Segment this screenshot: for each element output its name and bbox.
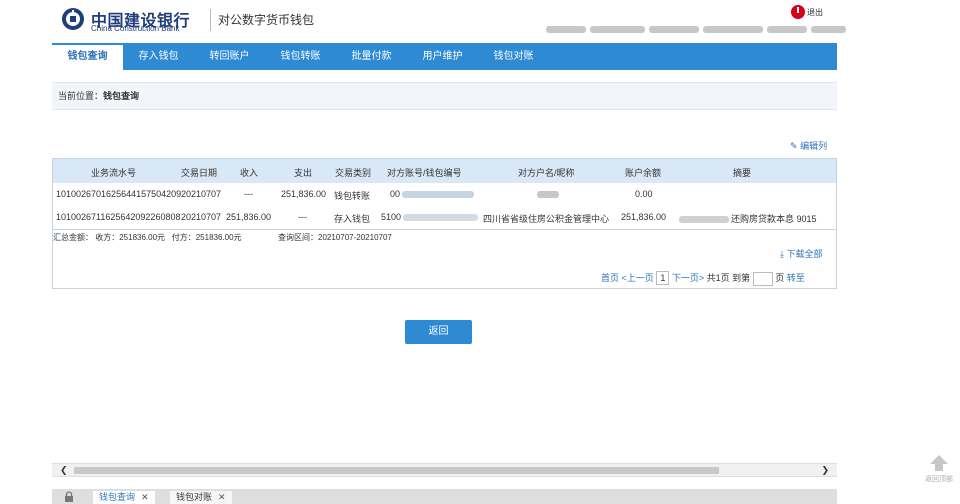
- cell-serial: 1010026701625644157504209: [56, 189, 182, 199]
- cell-memo-text: 还购房贷款本息 9015: [731, 214, 817, 224]
- scroll-right-icon[interactable]: ❯: [821, 465, 829, 476]
- summary-income: 收方：251836.00元: [95, 233, 166, 242]
- download-all-link[interactable]: ⤓ 下载全部: [780, 247, 823, 260]
- edit-icon: ✎: [790, 141, 798, 151]
- back-button[interactable]: 返回: [405, 320, 472, 344]
- page-prev-link[interactable]: <上一页: [622, 273, 654, 283]
- cell-income: ---: [244, 189, 253, 199]
- cell-account: 5100: [381, 212, 480, 222]
- page-first-link[interactable]: 首页: [601, 273, 619, 283]
- horizontal-scrollbar[interactable]: ❮ ❯: [52, 463, 837, 477]
- tab-label: 钱包对账: [176, 492, 213, 502]
- col-header-type: 交易类别: [335, 168, 372, 178]
- page-goto-prefix: 到第: [732, 273, 751, 283]
- page-goto-input[interactable]: [752, 271, 773, 286]
- scroll-left-icon[interactable]: ❮: [60, 465, 68, 476]
- cell-income: 251,836.00: [226, 212, 272, 222]
- nav-user-maintenance[interactable]: 用户维护: [407, 43, 478, 70]
- nav-transfer-back[interactable]: 转回账户: [194, 43, 265, 70]
- tab-wallet-reconcile[interactable]: 钱包对账 ✕: [170, 491, 232, 504]
- transactions-table: 业务流水号 交易日期 收入 支出 交易类别 对方账号/钱包编号 对方户名/昵称 …: [52, 158, 837, 289]
- nav-batch-payment[interactable]: 批量付款: [336, 43, 407, 70]
- close-icon[interactable]: ✕: [141, 492, 149, 502]
- cell-memo: 还购房贷款本息 9015: [677, 212, 817, 225]
- main-nav: 钱包查询 存入钱包 转回账户 钱包转账 批量付款 用户维护 钱包对账: [52, 43, 837, 70]
- cell-name: 四川省省级住房公积金管理中心: [483, 214, 610, 224]
- bank-name-en: China Construction Bank: [91, 24, 180, 33]
- summary-expense: 付方：251836.00元: [171, 233, 242, 242]
- tab-wallet-query[interactable]: 钱包查询 ✕: [93, 491, 155, 504]
- summary-label: 汇总金额：: [53, 233, 93, 242]
- cell-type: 存入钱包: [334, 214, 371, 224]
- redacted-block: [537, 191, 559, 199]
- cell-expense: ---: [298, 212, 307, 222]
- breadcrumb-current: 钱包查询: [103, 91, 140, 101]
- back-to-top-label: 返回顶部: [925, 476, 953, 483]
- nav-wallet-transfer[interactable]: 钱包转账: [265, 43, 336, 70]
- table-row[interactable]: 1010026711625642092260808 20210707 251,8…: [53, 206, 836, 230]
- page-next-link[interactable]: 下一页>: [672, 273, 704, 283]
- user-info-redacted: [544, 26, 848, 33]
- download-all-label: 下载全部: [786, 249, 823, 259]
- col-header-memo: 摘要: [733, 168, 752, 178]
- cell-serial: 1010026711625642092260808: [56, 212, 181, 222]
- col-header-account: 对方账号/钱包编号: [387, 168, 462, 178]
- cell-name: [535, 189, 561, 199]
- cell-account: 00: [390, 189, 476, 199]
- ccb-logo-icon: [62, 8, 84, 30]
- page-total: 共1页: [706, 273, 730, 283]
- pagination: 首页 <上一页 1 下一页> 共1页 到第 页 转至: [601, 271, 805, 286]
- app-subtitle: 对公数字货币钱包: [218, 13, 315, 27]
- nav-wallet-query[interactable]: 钱包查询: [52, 45, 123, 70]
- logo-divider: [210, 9, 211, 31]
- col-header-date: 交易日期: [181, 168, 218, 178]
- cell-account-prefix: 5100: [381, 212, 402, 222]
- cell-account-prefix: 00: [390, 189, 401, 199]
- nav-wallet-reconcile[interactable]: 钱包对账: [478, 43, 549, 70]
- logout-label: 退出: [807, 7, 823, 17]
- cell-balance: 0.00: [635, 189, 653, 199]
- breadcrumb-prefix: 当前位置：: [58, 91, 104, 101]
- cell-date: 20210707: [181, 189, 222, 199]
- col-header-balance: 账户余额: [625, 168, 662, 178]
- edit-columns-label: 编辑列: [800, 141, 828, 151]
- arrow-up-icon: [930, 455, 948, 464]
- redacted-block: [679, 216, 729, 224]
- breadcrumb: 当前位置：钱包查询: [52, 82, 837, 110]
- col-header-income: 收入: [240, 168, 259, 178]
- logout-button[interactable]: 退出: [791, 5, 823, 19]
- cell-expense: 251,836.00: [281, 189, 327, 199]
- summary-totals: 汇总金额： 收方：251836.00元 付方：251836.00元 查询区间：2…: [53, 232, 392, 243]
- edit-columns-link[interactable]: ✎ 编辑列: [790, 139, 827, 152]
- cell-date: 20210707: [181, 212, 222, 222]
- back-to-top-button[interactable]: 返回顶部: [922, 455, 956, 493]
- cell-type: 钱包转账: [334, 191, 371, 201]
- table-row[interactable]: 1010026701625644157504209 20210707 --- 2…: [53, 183, 836, 206]
- nav-deposit-wallet[interactable]: 存入钱包: [123, 43, 194, 70]
- scrollbar-thumb[interactable]: [74, 467, 719, 474]
- col-header-name: 对方户名/昵称: [518, 168, 575, 178]
- redacted-block: [402, 191, 475, 199]
- download-icon: ⤓: [780, 249, 784, 259]
- redacted-block: [403, 214, 479, 222]
- open-tabs-bar: 钱包查询 ✕ 钱包对账 ✕: [52, 489, 837, 504]
- close-icon[interactable]: ✕: [218, 492, 226, 502]
- cell-balance: 251,836.00: [621, 212, 667, 222]
- page-current[interactable]: 1: [656, 271, 670, 285]
- tab-label: 钱包查询: [99, 492, 136, 502]
- col-header-expense: 支出: [294, 168, 313, 178]
- power-icon: [791, 5, 805, 19]
- page-go-link[interactable]: 转至: [787, 273, 805, 283]
- page-goto-suffix: 页: [775, 273, 785, 283]
- lock-icon[interactable]: [64, 491, 74, 502]
- app-header: 中国建设银行 China Construction Bank 对公数字货币钱包 …: [52, 0, 846, 42]
- col-header-serial: 业务流水号: [91, 168, 137, 178]
- summary-period: 查询区间：20210707-20210707: [278, 233, 392, 242]
- table-header: 业务流水号 交易日期 收入 支出 交易类别 对方账号/钱包编号 对方户名/昵称 …: [53, 159, 836, 183]
